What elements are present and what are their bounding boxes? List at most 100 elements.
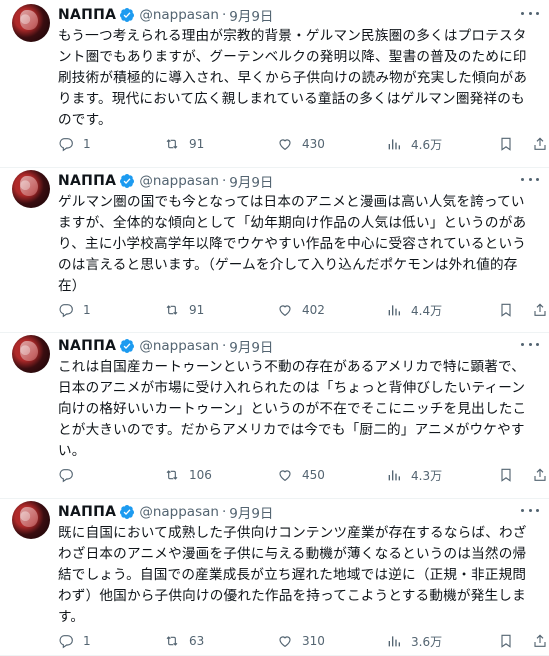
- bookmark-icon: [501, 137, 511, 151]
- tweet-text-line: これは自国産カートゥーンという不動の存在があるアメリカで特に顕著で、: [58, 359, 526, 375]
- user-handle[interactable]: @nappasan: [139, 338, 219, 354]
- tweet-text-line: のです。: [58, 112, 112, 128]
- reply-button[interactable]: 1: [58, 301, 91, 319]
- tweet-text-line: のは言えると思います。（ゲームを介して入り込んだポケモンは外れ値的存: [58, 257, 518, 273]
- bookmark-button[interactable]: [498, 632, 514, 650]
- retweet-count: 106: [189, 468, 212, 482]
- share-icon: [534, 137, 546, 150]
- reply-icon: [59, 138, 73, 152]
- user-handle[interactable]: @nappasan: [139, 7, 219, 23]
- views-bar-chart-icon: [388, 636, 400, 647]
- avatar[interactable]: [12, 501, 50, 539]
- more-dots-icon[interactable]: [521, 503, 539, 517]
- reply-button[interactable]: 1: [58, 135, 91, 153]
- views-button[interactable]: 4.6万: [386, 135, 442, 153]
- share-button[interactable]: [532, 632, 548, 650]
- tweet-text-line: ント圏でもありますが、グーテンベルクの発明以降、聖書の普及のために印: [58, 49, 527, 65]
- share-icon: [534, 634, 546, 647]
- reply-count: 1: [83, 137, 91, 151]
- share-icon: [534, 303, 546, 316]
- views-button[interactable]: 4.4万: [386, 301, 442, 319]
- verified-badge-icon: [120, 505, 135, 519]
- display-name[interactable]: NAΠΠA: [58, 7, 116, 23]
- like-count: 310: [302, 634, 325, 648]
- tweet-date[interactable]: 9月9日: [229, 502, 273, 522]
- like-button[interactable]: 430: [277, 135, 325, 153]
- verified-badge-icon: [120, 8, 135, 22]
- tweet-header: NAΠΠA @nappasan · 9月9日: [58, 5, 273, 25]
- retweet-button[interactable]: 91: [164, 135, 204, 153]
- tweet-text-line: わざ日本のアニメや漫画を子供に与える動機が薄くなるというのは当然の帰: [58, 546, 527, 562]
- heart-icon: [279, 636, 291, 647]
- reply-count: 1: [83, 634, 91, 648]
- tweet-date[interactable]: 9月9日: [229, 336, 273, 356]
- tweet-text-line: とが大きいのです。だからアメリカでは今でも「厨二的」アニメがウケやす: [58, 422, 525, 438]
- retweet-icon: [166, 470, 178, 480]
- separator-dot: ·: [221, 504, 227, 520]
- tweet-header: NAΠΠA @nappasan · 9月9日: [58, 336, 273, 356]
- avatar[interactable]: [12, 4, 50, 42]
- tweet-actions: 1 91 430 4.6万: [58, 135, 546, 153]
- share-button[interactable]: [532, 135, 548, 153]
- tweet[interactable]: NAΠΠA @nappasan · 9月9日 もう一つ考えられる理由が宗教的背景…: [0, 2, 549, 168]
- retweet-button[interactable]: 106: [164, 466, 212, 484]
- share-button[interactable]: [532, 301, 548, 319]
- views-bar-chart-icon: [388, 305, 400, 316]
- like-count: 450: [302, 468, 325, 482]
- user-handle[interactable]: @nappasan: [139, 173, 219, 189]
- tweet-text-line: い。: [58, 443, 86, 459]
- tweet-text-line: ますが、全体的な傾向として「幼年期向け作品の人気は低い」というのがあ: [58, 215, 527, 231]
- tweet-actions: 106 450 4.3万: [58, 466, 546, 484]
- avatar[interactable]: [12, 335, 50, 373]
- tweet-text-line: 在）: [58, 278, 86, 294]
- more-dots-icon[interactable]: [521, 337, 539, 351]
- tweet-text-line: ります。現代において広く親しまれている童話の多くはゲルマン圏発祥のも: [58, 91, 525, 107]
- bookmark-button[interactable]: [498, 466, 514, 484]
- like-button[interactable]: 310: [277, 632, 325, 650]
- tweet-text: 既に自国において成熟した子供向けコンテンツ産業が存在するならば、わざ わざ日本のア…: [58, 523, 538, 628]
- separator-dot: ·: [221, 173, 227, 189]
- tweet-text-line: もう一つ考えられる理由が宗教的背景・ゲルマン民族圏の多くはプロテスタ: [58, 28, 527, 44]
- avatar[interactable]: [12, 170, 50, 208]
- views-bar-chart-icon: [388, 470, 400, 481]
- reply-icon: [59, 304, 73, 318]
- tweet-text-line: 刷技術が積極的に導入され、早くから子供向けの読み物が充実した傾向があ: [58, 70, 528, 86]
- retweet-button[interactable]: 91: [164, 301, 204, 319]
- like-button[interactable]: 402: [277, 301, 325, 319]
- tweet-date[interactable]: 9月9日: [229, 5, 273, 25]
- tweet-header: NAΠΠA @nappasan · 9月9日: [58, 502, 273, 522]
- verified-badge-icon: [120, 174, 135, 188]
- views-count: 3.6万: [411, 634, 443, 649]
- verified-badge-icon: [120, 339, 135, 353]
- views-count: 4.3万: [411, 468, 443, 483]
- bookmark-button[interactable]: [498, 301, 514, 319]
- retweet-icon: [166, 636, 178, 646]
- more-dots-icon[interactable]: [521, 6, 539, 20]
- tweet[interactable]: NAΠΠA @nappasan · 9月9日 ゲルマン圏の国でも今となっては日本…: [0, 168, 549, 333]
- share-button[interactable]: [532, 466, 548, 484]
- views-button[interactable]: 4.3万: [386, 466, 442, 484]
- more-dots-icon[interactable]: [521, 172, 539, 186]
- tweet[interactable]: NAΠΠA @nappasan · 9月9日 既に自国において成熟した子供向けコ…: [0, 499, 549, 656]
- retweet-button[interactable]: 63: [164, 632, 204, 650]
- bookmark-icon: [501, 634, 511, 648]
- tweet-text: これは自国産カートゥーンという不動の存在があるアメリカで特に顕著で、 日本のアニメ…: [58, 357, 538, 462]
- views-button[interactable]: 3.6万: [386, 632, 442, 650]
- views-count: 4.6万: [411, 137, 443, 152]
- reply-count: 1: [83, 303, 91, 317]
- like-button[interactable]: 450: [277, 466, 325, 484]
- bookmark-button[interactable]: [498, 135, 514, 153]
- tweet[interactable]: NAΠΠA @nappasan · 9月9日 これは自国産カートゥーンという不動…: [0, 333, 549, 499]
- reply-button[interactable]: 1: [58, 632, 91, 650]
- views-count: 4.4万: [411, 303, 443, 318]
- heart-icon: [279, 305, 291, 316]
- bookmark-icon: [501, 468, 511, 482]
- reply-button[interactable]: [58, 466, 83, 484]
- separator-dot: ·: [221, 338, 227, 354]
- tweet-date[interactable]: 9月9日: [229, 171, 273, 191]
- tweet-text-line: 既に自国において成熟した子供向けコンテンツ産業が存在するならば、わざ: [58, 525, 527, 541]
- display-name[interactable]: NAΠΠA: [58, 338, 116, 354]
- user-handle[interactable]: @nappasan: [139, 504, 219, 520]
- display-name[interactable]: NAΠΠA: [58, 173, 116, 189]
- display-name[interactable]: NAΠΠA: [58, 504, 116, 520]
